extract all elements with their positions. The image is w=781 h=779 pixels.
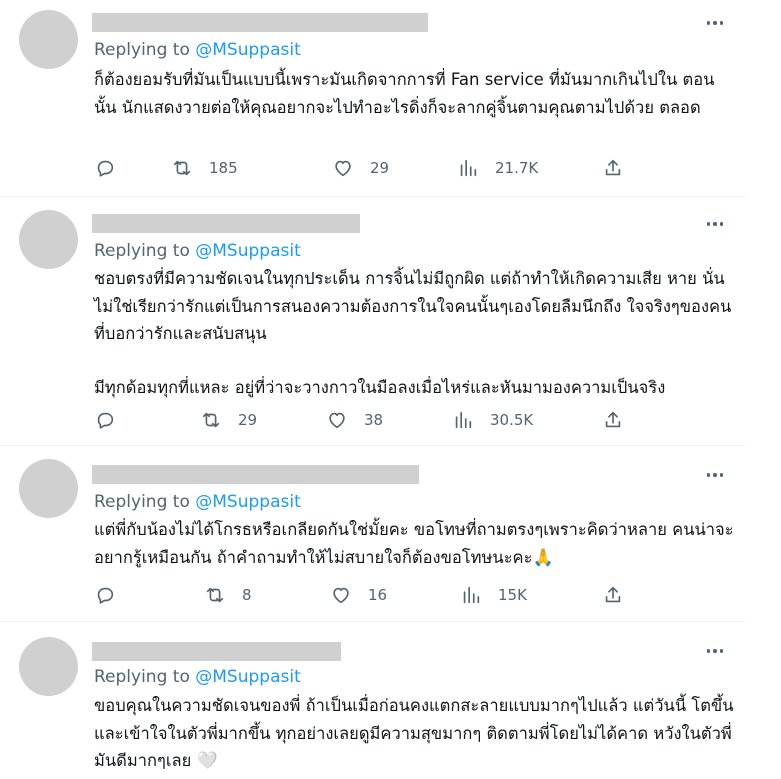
- retweet-count: 8: [242, 586, 252, 604]
- heart-icon: [329, 412, 345, 429]
- view-count: 30.5K: [490, 411, 534, 429]
- reply-button[interactable]: [94, 156, 116, 180]
- like-button[interactable]: 38: [326, 408, 383, 432]
- redacted-username: [92, 13, 428, 32]
- reply-button[interactable]: [94, 583, 116, 607]
- tweet[interactable]: Replying to @MSuppasit แต่พี่กับน้องไม่ไ…: [0, 446, 745, 622]
- heart-icon: [335, 160, 351, 177]
- mention-link[interactable]: @MSuppasit: [195, 667, 300, 687]
- more-options-icon[interactable]: [703, 16, 727, 30]
- tweet-text: แต่พี่กับน้องไม่ได้โกรธหรือเกลียดกันใช่ม…: [94, 520, 734, 568]
- share-icon: [605, 586, 621, 603]
- tweet[interactable]: Replying to @MSuppasit ขอบคุณในความชัดเจ…: [0, 622, 745, 779]
- avatar[interactable]: [19, 637, 78, 696]
- view-count: 21.7K: [495, 159, 539, 177]
- retweet-button[interactable]: 185: [171, 156, 238, 180]
- like-button[interactable]: 29: [332, 156, 389, 180]
- reply-icon: [97, 587, 114, 604]
- heart-icon: [333, 587, 349, 604]
- retweet-icon: [202, 412, 220, 428]
- retweet-button[interactable]: 29: [200, 408, 257, 432]
- like-count: 16: [368, 586, 388, 604]
- replying-to: Replying to @MSuppasit: [94, 241, 301, 261]
- tweet-actions: 8 16 15K: [92, 583, 632, 607]
- views-button[interactable]: 30.5K: [452, 408, 533, 432]
- mention-link[interactable]: @MSuppasit: [195, 40, 300, 60]
- tweet[interactable]: Replying to @MSuppasit ชอบตรงที่มีความชั…: [0, 197, 745, 446]
- redacted-username: [92, 642, 341, 661]
- retweet-icon: [206, 587, 224, 603]
- avatar[interactable]: [19, 210, 78, 269]
- reply-icon: [97, 160, 114, 177]
- redacted-username: [92, 465, 419, 484]
- like-button[interactable]: 16: [330, 583, 387, 607]
- tweet-text: ชอบตรงที่มีความชัดเจนในทุกประเด็น การจิ้…: [94, 269, 732, 397]
- folded-hands-emoji: 🙏: [532, 547, 554, 568]
- share-button[interactable]: [602, 583, 624, 607]
- retweet-button[interactable]: 8: [204, 583, 252, 607]
- share-button[interactable]: [602, 156, 624, 180]
- views-button[interactable]: 21.7K: [457, 156, 538, 180]
- replying-to: Replying to @MSuppasit: [94, 40, 301, 60]
- share-icon: [605, 411, 621, 428]
- tweet[interactable]: Replying to @MSuppasit ก็ต้องยอมรับที่มั…: [0, 0, 745, 197]
- avatar[interactable]: [19, 459, 78, 518]
- tweet-text: ขอบคุณในความชัดเจนของพี่ ถ้าเป็นเมื่อก่อ…: [94, 696, 734, 771]
- reply-button[interactable]: [94, 408, 116, 432]
- more-options-icon[interactable]: [703, 217, 727, 231]
- retweet-count: 29: [238, 411, 258, 429]
- replying-to: Replying to @MSuppasit: [94, 492, 301, 512]
- like-count: 29: [370, 159, 390, 177]
- share-icon: [605, 159, 621, 176]
- analytics-icon: [460, 159, 477, 177]
- avatar[interactable]: [19, 10, 78, 69]
- retweet-count: 185: [209, 159, 238, 177]
- redacted-username: [92, 214, 360, 233]
- like-count: 38: [364, 411, 384, 429]
- more-options-icon[interactable]: [703, 468, 727, 482]
- analytics-icon: [463, 586, 480, 604]
- white-heart-emoji: 🤍: [196, 751, 218, 771]
- mention-link[interactable]: @MSuppasit: [195, 492, 300, 512]
- view-count: 15K: [498, 586, 527, 604]
- reply-icon: [97, 412, 114, 429]
- more-options-icon[interactable]: [703, 644, 727, 658]
- mention-link[interactable]: @MSuppasit: [195, 241, 300, 261]
- analytics-icon: [455, 411, 472, 429]
- retweet-icon: [173, 160, 191, 176]
- views-button[interactable]: 15K: [460, 583, 527, 607]
- tweet-actions: 185 29 21.7K: [92, 156, 632, 180]
- tweet-text: ก็ต้องยอมรับที่มันเป็นแบบนี้เพราะมันเกิด…: [94, 70, 715, 117]
- replying-to: Replying to @MSuppasit: [94, 667, 301, 687]
- share-button[interactable]: [602, 408, 624, 432]
- tweet-actions: 29 38 30.5K: [92, 408, 632, 432]
